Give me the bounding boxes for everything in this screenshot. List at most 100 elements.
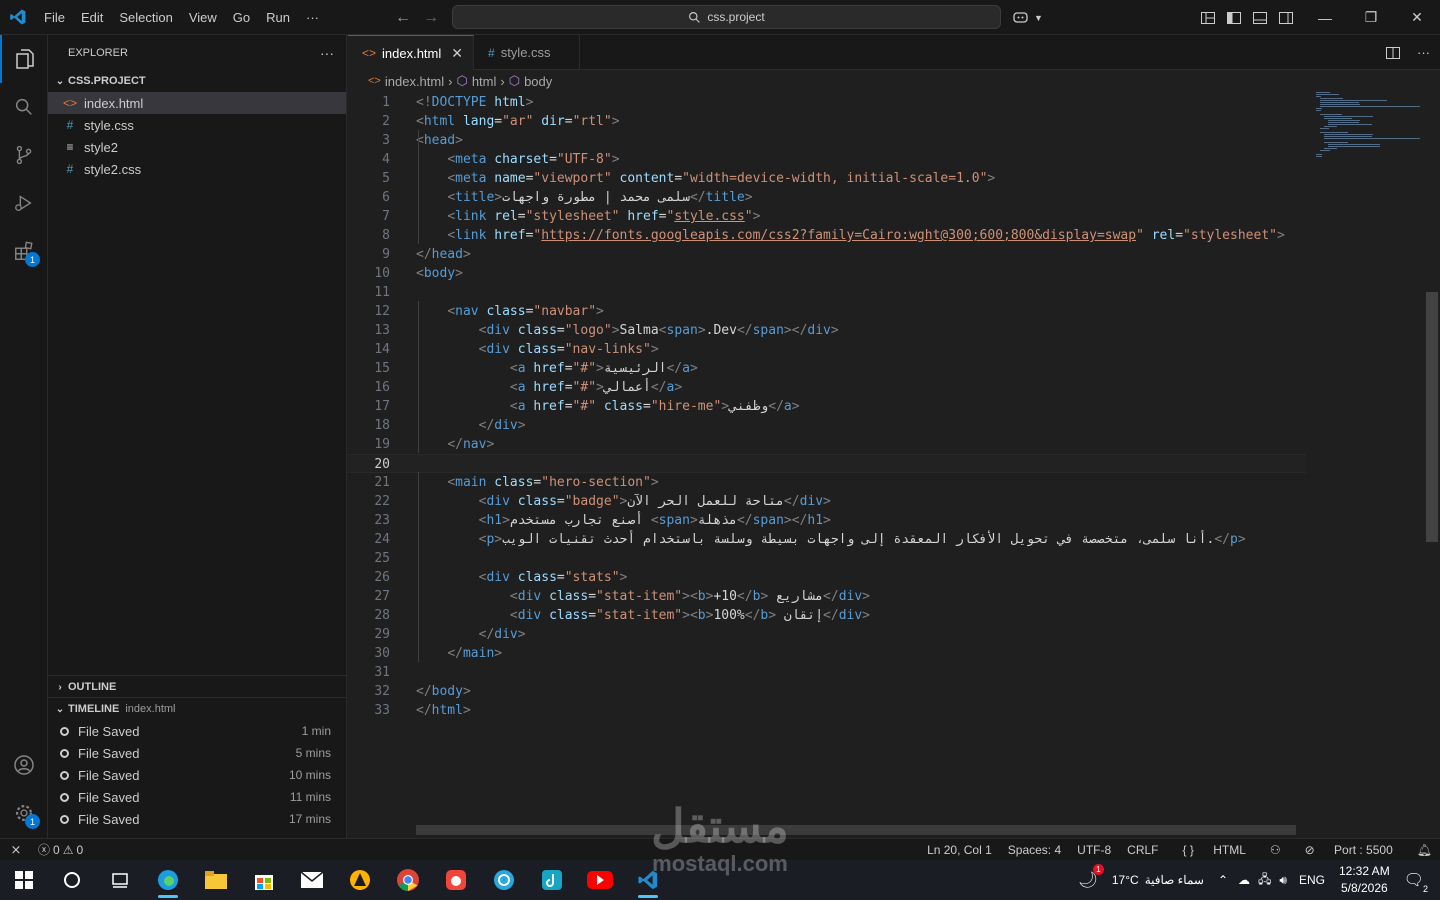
menu-item[interactable]: Edit — [73, 0, 111, 35]
code-line[interactable]: 26 <div class="stats"> — [348, 568, 1306, 587]
outline-section[interactable]: › OUTLINE — [48, 675, 347, 698]
file-item[interactable]: ≡ style2 — [48, 136, 346, 158]
file-explorer-icon[interactable] — [192, 860, 240, 900]
code-line[interactable]: 7 <link rel="stylesheet" href="style.css… — [348, 207, 1306, 226]
breadcrumb-item[interactable]: body — [524, 74, 552, 89]
app-icon[interactable] — [480, 860, 528, 900]
code-line[interactable]: 5 <meta name="viewport" content="width=d… — [348, 169, 1306, 188]
code-line[interactable]: 18 </div> — [348, 416, 1306, 435]
file-item[interactable]: # style.css — [48, 114, 346, 136]
run-debug-icon[interactable] — [0, 179, 48, 227]
line-ending[interactable]: CRLF — [1119, 843, 1166, 857]
weather-text[interactable]: سماء صافية — [1145, 873, 1204, 887]
minimap[interactable] — [1310, 92, 1424, 832]
mail-icon[interactable] — [288, 860, 336, 900]
code-line[interactable]: 12 <nav class="navbar"> — [348, 302, 1306, 321]
code-editor[interactable]: 1 <!DOCTYPE html> 2 <html lang="ar" dir="rt… — [348, 92, 1306, 832]
code-line[interactable]: 31 — [348, 663, 1306, 682]
tiktok-icon[interactable] — [528, 860, 576, 900]
problems-indicator[interactable]: ⓧ 0 ⚠ 0 — [32, 841, 83, 858]
close-window-icon[interactable]: ✕ — [1394, 0, 1440, 35]
encoding[interactable]: UTF-8 — [1069, 843, 1119, 857]
breadcrumb-item[interactable]: index.html — [385, 74, 444, 89]
code-line[interactable]: 22 <div class="badge">متاحة للعمل الحر ا… — [348, 492, 1306, 511]
source-control-icon[interactable] — [0, 131, 48, 179]
scroll-thumb[interactable] — [1426, 292, 1438, 542]
code-line[interactable]: 6 <title>سلمى محمد | مطورة واجهات</title… — [348, 188, 1306, 207]
code-line[interactable]: 28 <div class="stat-item"><b>100%</b> إت… — [348, 606, 1306, 625]
code-line[interactable]: 13 <div class="logo">Salma<span>.Dev</sp… — [348, 321, 1306, 340]
folder-header[interactable]: ⌄ CSS.PROJECT — [48, 70, 346, 92]
vscode-taskbar-icon[interactable] — [624, 860, 672, 900]
toggle-panel-icon[interactable] — [1252, 10, 1268, 26]
restore-icon[interactable]: ❐ — [1348, 0, 1394, 35]
code-line[interactable]: 21 <main class="hero-section"> — [348, 473, 1306, 492]
more-actions-icon[interactable]: ··· — [1417, 45, 1430, 60]
windows-start-icon[interactable] — [0, 860, 48, 900]
cloud-icon[interactable]: ☁ — [1238, 873, 1250, 887]
notifications-bell-icon[interactable]: 🔔︎ — [1409, 843, 1440, 857]
code-line[interactable]: 3 <head> — [348, 131, 1306, 150]
timeline-item[interactable]: File Saved 11 mins — [48, 786, 347, 808]
tab-index-html[interactable]: <> index.html ✕ — [348, 35, 474, 70]
code-line[interactable]: 25 — [348, 549, 1306, 568]
code-line[interactable]: 27 <div class="stat-item"><b>+10</b> مشا… — [348, 587, 1306, 606]
remote-icon[interactable]: ⨯ — [0, 842, 32, 858]
network-icon[interactable]: 🖧︎ — [1258, 870, 1271, 891]
weather-icon[interactable]: 🌙︎ 1 — [1078, 864, 1104, 890]
youtube-icon[interactable] — [576, 860, 624, 900]
command-center-search[interactable]: css.project — [452, 5, 1001, 29]
forward-arrow-icon[interactable]: → — [423, 9, 439, 27]
volume-icon[interactable]: 🔊︎ — [1279, 873, 1287, 888]
code-line[interactable]: 16 <a href="#">أعمالي</a> — [348, 378, 1306, 397]
search-circle-icon[interactable] — [48, 860, 96, 900]
search-activity-icon[interactable] — [0, 83, 48, 131]
toggle-secondary-sidebar-icon[interactable] — [1278, 10, 1294, 26]
accounts-icon[interactable] — [0, 741, 48, 789]
code-line[interactable]: 23 <h1>أصنع تجارب مستخدم <span>مذهلة</sp… — [348, 511, 1306, 530]
horizontal-scrollbar[interactable] — [416, 825, 1296, 835]
close-icon[interactable]: ✕ — [451, 45, 463, 62]
copilot-button[interactable]: ▼ — [1012, 0, 1043, 35]
timeline-item[interactable]: File Saved 10 mins — [48, 764, 347, 786]
minimize-icon[interactable]: — — [1302, 0, 1348, 35]
code-line[interactable]: 9 </head> — [348, 245, 1306, 264]
code-line[interactable]: 2 <html lang="ar" dir="rtl"> — [348, 112, 1306, 131]
menu-item[interactable]: View — [181, 0, 225, 35]
code-line[interactable]: 20 — [348, 454, 1306, 473]
timeline-item[interactable]: File Saved 17 mins — [48, 808, 347, 825]
code-line[interactable]: 14 <div class="nav-links"> — [348, 340, 1306, 359]
code-line[interactable]: 33 </html> — [348, 701, 1306, 720]
cursor-position[interactable]: Ln 20, Col 1 — [919, 843, 1000, 857]
code-line[interactable]: 32 </body> — [348, 682, 1306, 701]
edge-browser-icon[interactable] — [144, 860, 192, 900]
timeline-item[interactable]: File Saved 5 mins — [48, 742, 347, 764]
code-line[interactable]: 15 <a href="#">الرئيسية</a> — [348, 359, 1306, 378]
code-line[interactable]: 8 <link href="https://fonts.googleapis.c… — [348, 226, 1306, 245]
chrome-icon[interactable] — [384, 860, 432, 900]
code-line[interactable]: 29 </div> — [348, 625, 1306, 644]
menu-item[interactable]: File — [36, 0, 73, 35]
code-line[interactable]: 4 <meta charset="UTF-8"> — [348, 150, 1306, 169]
timeline-item[interactable]: File Saved 1 min — [48, 720, 347, 742]
menu-item[interactable]: Selection — [111, 0, 180, 35]
menu-item[interactable]: ··· — [298, 0, 327, 35]
file-item[interactable]: <> index.html — [48, 92, 346, 114]
code-line[interactable]: 10 <body> — [348, 264, 1306, 283]
live-server-port[interactable]: ⊘ Port : 5500 — [1289, 843, 1409, 857]
notification-center-icon[interactable]: 🗨︎ 2 — [1404, 870, 1428, 894]
extensions-icon[interactable]: 1 — [0, 227, 48, 275]
menu-item[interactable]: Go — [225, 0, 258, 35]
code-line[interactable]: 1 <!DOCTYPE html> — [348, 93, 1306, 112]
timeline-header[interactable]: ⌄ TIMELINE index.html — [48, 698, 347, 720]
store-icon[interactable] — [240, 860, 288, 900]
clock[interactable]: 12:32 AM 5/8/2026 — [1339, 863, 1390, 897]
explorer-icon[interactable] — [0, 35, 48, 83]
tab-style-css[interactable]: # style.css — [474, 35, 580, 70]
screen-recorder-icon[interactable] — [432, 860, 480, 900]
language-indicator[interactable]: ENG — [1299, 873, 1325, 887]
indentation[interactable]: Spaces: 4 — [1000, 843, 1069, 857]
toggle-primary-sidebar-icon[interactable] — [1226, 10, 1242, 26]
file-item[interactable]: # style2.css — [48, 158, 346, 180]
settings-gear-icon[interactable]: 1 — [0, 789, 48, 837]
